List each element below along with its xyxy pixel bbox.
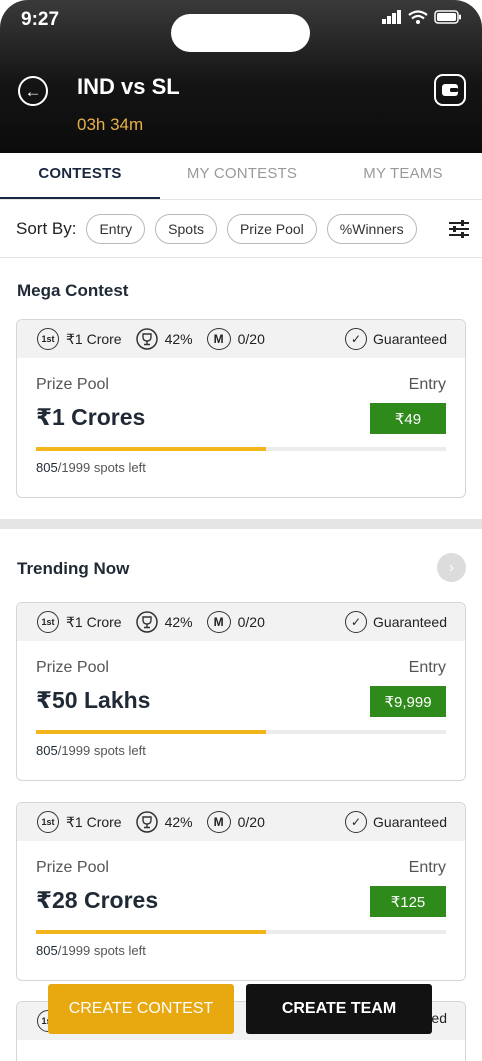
arrow-left-icon: ← bbox=[24, 81, 42, 101]
tab-my-teams[interactable]: MY TEAMS bbox=[324, 153, 482, 199]
wallet-icon bbox=[442, 84, 458, 96]
entry-fee-button[interactable]: ₹49 bbox=[370, 403, 446, 434]
first-prize: ₹1 Crore bbox=[66, 613, 122, 630]
entry-fee-button[interactable]: ₹9,999 bbox=[370, 686, 446, 717]
dynamic-island bbox=[171, 14, 310, 52]
filter-icon[interactable] bbox=[448, 220, 470, 238]
sort-label: Sort By: bbox=[16, 218, 77, 238]
back-button[interactable]: ← bbox=[18, 76, 48, 106]
match-title: IND vs SL bbox=[77, 74, 180, 99]
wifi-icon bbox=[408, 10, 428, 24]
status-icons bbox=[382, 10, 462, 24]
chevron-right-icon[interactable]: › bbox=[437, 553, 466, 582]
section-title-mega: Mega Contest bbox=[17, 281, 129, 300]
spots-progress-fill bbox=[36, 930, 266, 934]
win-percentage: 42% bbox=[164, 331, 193, 347]
first-rank-icon: 1st bbox=[37, 328, 59, 350]
match-timer: 03h 34m bbox=[77, 115, 144, 134]
contest-card[interactable]: 1st ₹1 Crore 42% M 0/20 ✓ Guaranteed Pri… bbox=[16, 602, 466, 781]
guaranteed-label: Guaranteed bbox=[373, 614, 447, 630]
create-contest-button[interactable]: CREATE CONTEST bbox=[48, 984, 234, 1034]
entry-fee-button[interactable]: ₹125 bbox=[370, 886, 446, 917]
entry-label: Entry bbox=[408, 659, 446, 676]
first-prize: ₹1 Crore bbox=[66, 330, 122, 347]
check-icon: ✓ bbox=[345, 328, 368, 350]
spots-left: 805/1999 spots left bbox=[36, 743, 146, 758]
tab-contests[interactable]: CONTESTS bbox=[0, 153, 160, 199]
sort-chip-entry[interactable]: Entry bbox=[86, 213, 146, 244]
contest-card[interactable]: 1st ₹1 Crore 42% M 0/20 ✓ Guaranteed Pri… bbox=[16, 802, 466, 981]
prize-pool-label: Prize Pool bbox=[36, 859, 109, 876]
first-rank-icon: 1st bbox=[37, 811, 59, 833]
section-divider bbox=[0, 519, 482, 529]
spots-left: 805/1999 spots left bbox=[36, 943, 146, 958]
prize-pool-value: ₹28 Crores bbox=[36, 887, 159, 913]
contest-tabs: CONTESTS MY CONTESTS MY TEAMS bbox=[0, 153, 482, 200]
spots-progress-fill bbox=[36, 447, 266, 451]
max-entries: 0/20 bbox=[237, 614, 265, 630]
tab-my-contests[interactable]: MY CONTESTS bbox=[160, 153, 324, 199]
app-header: 9:27 ← IND vs SL 03h 34m bbox=[0, 0, 482, 153]
prize-pool-value: ₹1 Crores bbox=[36, 404, 146, 430]
card-stats-bar: 1st ₹1 Crore 42% M 0/20 ✓ Guaranteed bbox=[17, 320, 465, 358]
card-stats-bar: 1st ₹1 Crore 42% M 0/20 ✓ Guaranteed bbox=[17, 803, 465, 841]
sort-bar: Sort By: Entry Spots Prize Pool %Winners bbox=[0, 200, 482, 258]
signal-icon bbox=[382, 10, 401, 24]
multi-entry-icon: M bbox=[206, 611, 231, 633]
check-icon: ✓ bbox=[345, 611, 368, 633]
section-title-trending: Trending Now bbox=[17, 559, 130, 578]
spots-left: 805/1999 spots left bbox=[36, 460, 146, 475]
max-entries: 0/20 bbox=[237, 814, 265, 830]
create-team-button[interactable]: CREATE TEAM bbox=[246, 984, 432, 1034]
status-time: 9:27 bbox=[21, 9, 60, 30]
bottom-actions: CREATE CONTEST CREATE TEAM bbox=[48, 984, 432, 1034]
multi-entry-icon: M bbox=[206, 328, 231, 350]
max-entries: 0/20 bbox=[237, 331, 265, 347]
prize-pool-label: Prize Pool bbox=[36, 376, 109, 393]
win-percentage: 42% bbox=[164, 614, 193, 630]
trophy-icon bbox=[135, 328, 158, 350]
card-stats-bar: 1st ₹1 Crore 42% M 0/20 ✓ Guaranteed bbox=[17, 603, 465, 641]
spots-progress-fill bbox=[36, 730, 266, 734]
entry-label: Entry bbox=[408, 376, 446, 393]
prize-pool-value: ₹50 Lakhs bbox=[36, 687, 151, 713]
sort-chip-winners[interactable]: %Winners bbox=[326, 213, 417, 244]
spots-progress-bar bbox=[36, 447, 446, 451]
prize-pool-label: Prize Pool bbox=[36, 659, 109, 676]
contest-card[interactable]: 1st ₹1 Crore 42% M 0/20 ✓ Guaranteed Pri… bbox=[16, 319, 466, 498]
trophy-icon bbox=[135, 611, 158, 633]
spots-progress-bar bbox=[36, 730, 446, 734]
first-rank-icon: 1st bbox=[37, 611, 59, 633]
wallet-button[interactable] bbox=[434, 74, 466, 106]
multi-entry-icon: M bbox=[206, 811, 231, 833]
win-percentage: 42% bbox=[164, 814, 193, 830]
sort-chip-spots[interactable]: Spots bbox=[155, 213, 217, 244]
check-icon: ✓ bbox=[345, 811, 368, 833]
spots-progress-bar bbox=[36, 930, 446, 934]
trophy-icon bbox=[135, 811, 158, 833]
battery-icon bbox=[434, 10, 461, 24]
entry-label: Entry bbox=[408, 859, 446, 876]
guaranteed-label: Guaranteed bbox=[373, 331, 447, 347]
first-prize: ₹1 Crore bbox=[66, 813, 122, 830]
guaranteed-label: Guaranteed bbox=[373, 814, 447, 830]
sort-chip-prize-pool[interactable]: Prize Pool bbox=[226, 213, 317, 244]
